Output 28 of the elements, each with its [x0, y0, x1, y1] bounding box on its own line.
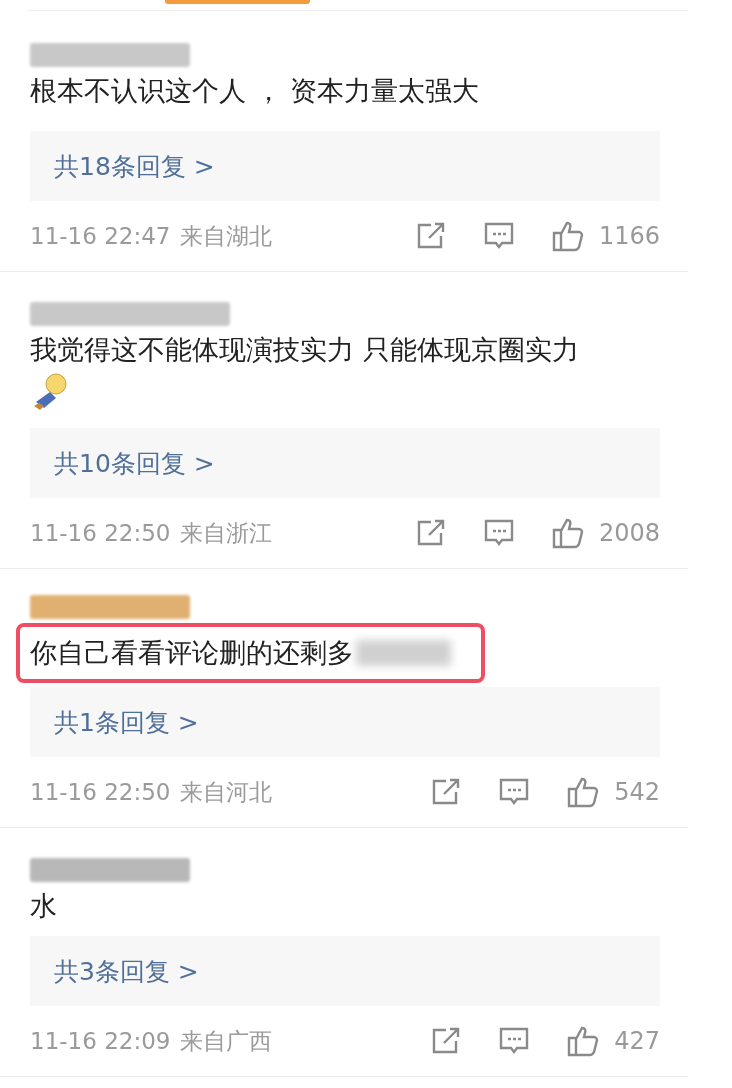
like-count: 542	[614, 778, 660, 806]
comment-time: 11-16 22:50	[30, 520, 171, 546]
comment-location: 来自河北	[180, 777, 273, 807]
thumbs-up-icon[interactable]	[566, 776, 601, 808]
comment-location: 来自浙江	[180, 518, 273, 548]
comment-location: 来自湖北	[180, 221, 273, 251]
comment-icon[interactable]	[482, 221, 515, 251]
view-replies-link[interactable]: 共10条回复 >	[54, 446, 215, 480]
comment-icon[interactable]	[498, 1026, 531, 1056]
comment-text: 你自己看看评论删的还剩多	[30, 636, 354, 670]
comment-time: 11-16 22:47	[30, 223, 171, 249]
comment-text: 我觉得这不能体现演技实力 只能体现京圈实力	[30, 333, 579, 367]
comment-time: 11-16 22:50	[30, 779, 171, 805]
comment-time: 11-16 22:09	[30, 1028, 171, 1054]
like-count: 2008	[598, 519, 660, 547]
comment-icon[interactable]	[482, 518, 515, 548]
comment-icon[interactable]	[498, 777, 531, 807]
thumbs-up-icon[interactable]	[566, 1025, 601, 1057]
like-count: 1166	[598, 222, 660, 250]
comment-text: 根本不认识这个人 ， 资本力量太强大	[30, 74, 480, 108]
view-replies-link[interactable]: 共18条回复 >	[54, 149, 215, 183]
comment-location: 来自广西	[180, 1026, 273, 1056]
view-replies-link[interactable]: 共3条回复 >	[54, 954, 199, 988]
thumbs-up-icon[interactable]	[550, 517, 585, 549]
like-count: 427	[614, 1027, 660, 1055]
thumbs-up-icon[interactable]	[550, 220, 585, 252]
comment-text: 水	[30, 889, 57, 923]
view-replies-link[interactable]: 共1条回复 >	[54, 705, 199, 739]
